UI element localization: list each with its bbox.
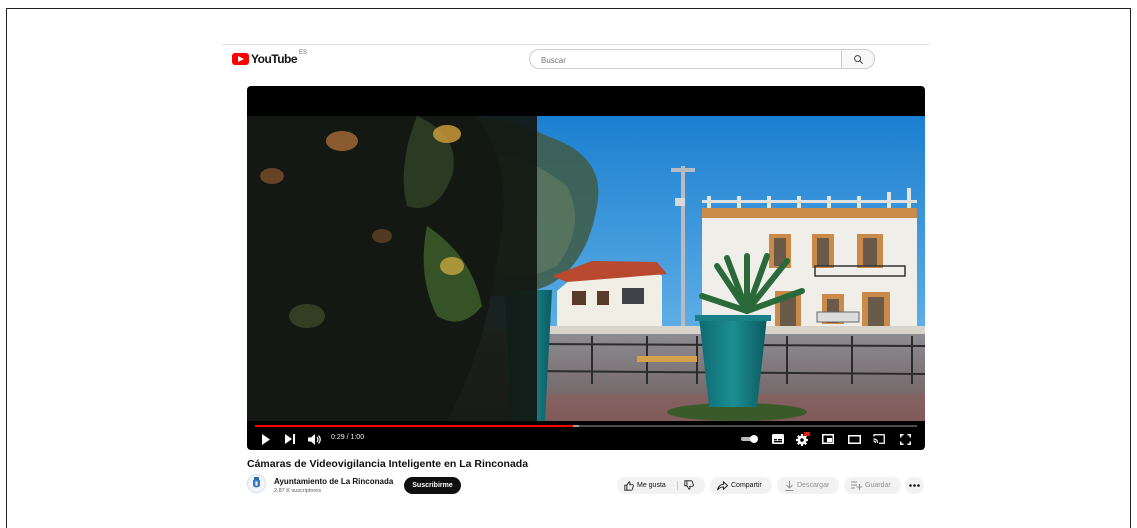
youtube-play-icon xyxy=(232,53,249,65)
search-button[interactable] xyxy=(841,49,875,69)
channel-crest-icon xyxy=(253,477,260,488)
channel-name[interactable]: Ayuntamiento de La Rinconada xyxy=(274,477,393,486)
thumbs-up-icon xyxy=(624,480,634,491)
play-icon xyxy=(262,433,270,445)
time-display: 0:29 / 1:00 xyxy=(331,434,365,441)
next-button[interactable] xyxy=(283,432,297,446)
more-actions-button[interactable] xyxy=(905,477,924,494)
search-icon xyxy=(853,54,863,64)
next-icon xyxy=(284,434,295,444)
player-controls: 0:29 / 1:00 xyxy=(247,430,925,450)
subscriber-count: 2,87 K suscriptores xyxy=(274,488,322,494)
video-title: Cámaras de Videovigilancia Inteligente e… xyxy=(247,458,529,470)
fullscreen-button[interactable] xyxy=(898,432,912,446)
like-dislike-divider xyxy=(677,481,678,490)
logo-region-code: ES xyxy=(299,50,308,56)
theater-mode-button[interactable] xyxy=(847,432,861,446)
subscribe-button[interactable]: Suscribirme xyxy=(404,477,461,494)
theater-mode-icon xyxy=(847,434,861,444)
like-dislike-group: Me gusta xyxy=(617,477,705,494)
download-button[interactable]: Descargar xyxy=(777,477,839,494)
playlist-add-icon xyxy=(851,481,862,490)
miniplayer-button[interactable] xyxy=(821,432,835,446)
download-icon xyxy=(785,480,794,491)
share-button[interactable]: Compartir xyxy=(710,477,772,494)
save-label: Guardar xyxy=(865,482,891,489)
thumbs-down-icon xyxy=(684,480,694,490)
subtitles-button[interactable] xyxy=(771,432,785,446)
dislike-button[interactable] xyxy=(684,480,694,490)
like-label: Me gusta xyxy=(637,482,666,489)
video-player[interactable]: 0:29 / 1:00 xyxy=(247,86,925,450)
miniplayer-icon xyxy=(822,434,834,444)
share-label: Compartir xyxy=(731,482,762,489)
gear-icon xyxy=(796,432,810,446)
like-button[interactable]: Me gusta xyxy=(624,480,666,491)
search-box[interactable] xyxy=(529,49,841,71)
progress-bar[interactable] xyxy=(255,425,917,427)
autoplay-toggle[interactable] xyxy=(741,432,759,446)
search-input[interactable] xyxy=(539,50,833,71)
masthead-divider xyxy=(221,44,930,45)
subtitles-icon xyxy=(772,434,784,444)
cast-button[interactable] xyxy=(872,432,886,446)
youtube-logo[interactable]: YouTube ES xyxy=(232,50,308,66)
autoplay-toggle-icon xyxy=(741,435,758,443)
save-button[interactable]: Guardar xyxy=(844,477,901,494)
settings-button[interactable] xyxy=(795,432,811,446)
played-fill xyxy=(255,425,573,427)
fullscreen-icon xyxy=(899,433,911,445)
channel-avatar[interactable] xyxy=(247,474,266,493)
cast-icon xyxy=(873,434,885,444)
video-frame xyxy=(247,116,925,421)
more-horizontal-icon xyxy=(909,484,920,487)
share-icon xyxy=(717,480,728,490)
volume-button[interactable] xyxy=(307,432,323,446)
logo-text: YouTube xyxy=(251,52,298,66)
download-label: Descargar xyxy=(797,482,830,489)
play-button[interactable] xyxy=(259,432,273,446)
volume-icon xyxy=(308,433,321,445)
